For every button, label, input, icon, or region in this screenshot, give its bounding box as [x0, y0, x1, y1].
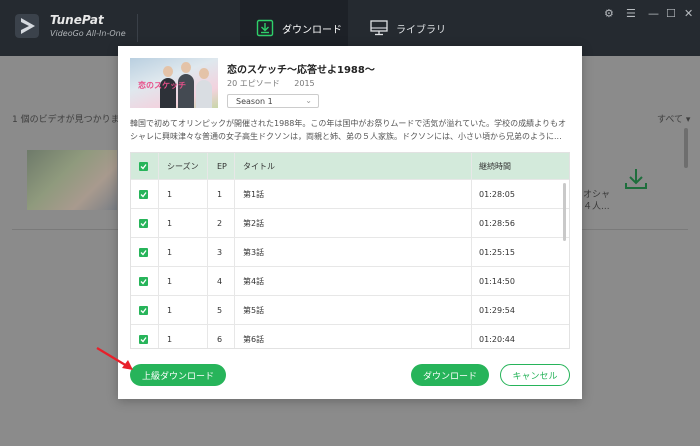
table-row[interactable]: 1 3 第3話 01:25:15: [131, 237, 569, 266]
checkbox-checked-icon: [139, 276, 148, 286]
cell-duration: 01:29:54: [479, 305, 515, 315]
settings-gear-icon[interactable]: ⚙: [604, 8, 614, 20]
cell-title: 第5話: [243, 305, 265, 315]
header-duration: 継続時間: [479, 161, 511, 171]
season-select-value: Season 1: [236, 97, 273, 106]
minimize-icon[interactable]: —: [648, 8, 659, 20]
menu-icon[interactable]: ☰: [626, 8, 636, 20]
thumb-head: [163, 66, 173, 77]
row-checkbox[interactable]: [139, 325, 148, 348]
table-row[interactable]: 1 4 第4話 01:14:50: [131, 266, 569, 295]
cell-season: 1: [167, 334, 173, 344]
videos-found-text: 1 個のビデオが見つかりま: [12, 115, 120, 125]
row-checkbox[interactable]: [139, 209, 148, 237]
checkbox-checked-icon: [139, 218, 148, 228]
cell-ep: 6: [217, 334, 223, 344]
cell-duration: 01:28:56: [479, 218, 515, 228]
cancel-button[interactable]: キャンセル: [500, 364, 570, 386]
thumb-head: [181, 62, 191, 73]
red-arrow-icon: [96, 347, 133, 370]
series-title: 恋のスケッチ～応答せよ1988～: [227, 65, 375, 76]
maximize-icon[interactable]: ☐: [666, 8, 676, 20]
column-divider: [234, 153, 235, 348]
table-header: シーズン EP タイトル 継続時間: [131, 153, 569, 179]
column-divider: [471, 153, 472, 348]
table-scrollbar[interactable]: [563, 183, 566, 241]
cell-season: 1: [167, 247, 173, 257]
background-video-thumbnail: [27, 150, 117, 210]
row-checkbox[interactable]: [139, 267, 148, 295]
cell-duration: 01:25:15: [479, 247, 515, 257]
select-all-checkbox[interactable]: [139, 153, 148, 179]
table-row[interactable]: 1 2 第2話 01:28:56: [131, 208, 569, 237]
header-ep: EP: [217, 161, 227, 171]
table-row[interactable]: 1 5 第5話 01:29:54: [131, 295, 569, 324]
checkbox-checked-icon: [139, 305, 148, 315]
row-checkbox[interactable]: [139, 180, 148, 208]
episode-select-dialog: 恋のスケッチ 恋のスケッチ～応答せよ1988～ 20 エピソード 2015 Se…: [118, 46, 582, 399]
filter-select[interactable]: すべて ▾: [657, 112, 690, 125]
series-year: 2015: [294, 79, 315, 88]
background-scrollbar[interactable]: [684, 128, 688, 168]
tab-library-label: ライブラリ: [396, 24, 446, 36]
thumb-figure: [196, 80, 212, 108]
tunepat-logo-icon: [15, 14, 39, 38]
cell-title: 第3話: [243, 247, 265, 257]
header-season: シーズン: [167, 161, 199, 171]
thumb-label: 恋のスケッチ: [138, 81, 186, 90]
cell-ep: 2: [217, 218, 223, 228]
cell-season: 1: [167, 276, 173, 286]
row-checkbox[interactable]: [139, 238, 148, 266]
cell-season: 1: [167, 305, 173, 315]
checkbox-checked-icon: [139, 189, 148, 199]
cell-title: 第2話: [243, 218, 265, 228]
app-subtitle: VideoGo All-In-One: [50, 29, 126, 38]
table-row[interactable]: 1 1 第1話 01:28:05: [131, 179, 569, 208]
cell-title: 第1話: [243, 189, 265, 199]
episode-table: シーズン EP タイトル 継続時間 1 1 第1話 01:28:05 1 2 第2話 01:2…: [130, 152, 570, 349]
close-icon[interactable]: ✕: [684, 8, 693, 20]
cell-duration: 01:20:44: [479, 334, 515, 344]
cell-ep: 1: [217, 189, 223, 199]
cell-duration: 01:14:50: [479, 276, 515, 286]
checkbox-checked-icon: [139, 247, 148, 257]
download-button[interactable]: ダウンロード: [411, 364, 489, 386]
app-name: TunePat: [50, 13, 104, 27]
thumb-head: [199, 68, 209, 79]
column-divider: [207, 153, 208, 348]
episode-count: 20 エピソード: [227, 79, 280, 88]
series-meta: 20 エピソード 2015: [227, 78, 327, 89]
row-checkbox[interactable]: [139, 296, 148, 324]
tab-download-label: ダウンロード: [282, 24, 342, 36]
cell-ep: 5: [217, 305, 223, 315]
column-divider: [158, 153, 159, 348]
monitor-icon: [370, 20, 388, 36]
series-thumbnail: 恋のスケッチ: [130, 58, 218, 108]
advanced-download-button[interactable]: 上級ダウンロード: [130, 364, 226, 386]
download-tray-icon: [256, 19, 274, 37]
title-separator: [137, 14, 138, 42]
chevron-down-icon: ⌄: [305, 96, 312, 105]
cell-title: 第6話: [243, 334, 265, 344]
cell-ep: 4: [217, 276, 223, 286]
cell-ep: 3: [217, 247, 223, 257]
series-description: 韓国で初めてオリンピックが開催された1988年。この年は国中がお祭りムードで活気…: [130, 119, 566, 141]
checkbox-checked-icon: [139, 334, 148, 344]
background-download-icon[interactable]: [623, 167, 649, 191]
background-snippet-line2: ４人...: [583, 202, 610, 212]
brand: TunePat VideoGo All-In-One: [50, 13, 126, 38]
cell-title: 第4話: [243, 276, 265, 286]
header-title: タイトル: [243, 161, 275, 171]
cell-season: 1: [167, 189, 173, 199]
cell-season: 1: [167, 218, 173, 228]
cell-duration: 01:28:05: [479, 189, 515, 199]
checkbox-checked-icon: [139, 161, 148, 171]
season-select[interactable]: Season 1 ⌄: [227, 94, 319, 108]
table-row[interactable]: 1 6 第6話 01:20:44: [131, 324, 569, 348]
